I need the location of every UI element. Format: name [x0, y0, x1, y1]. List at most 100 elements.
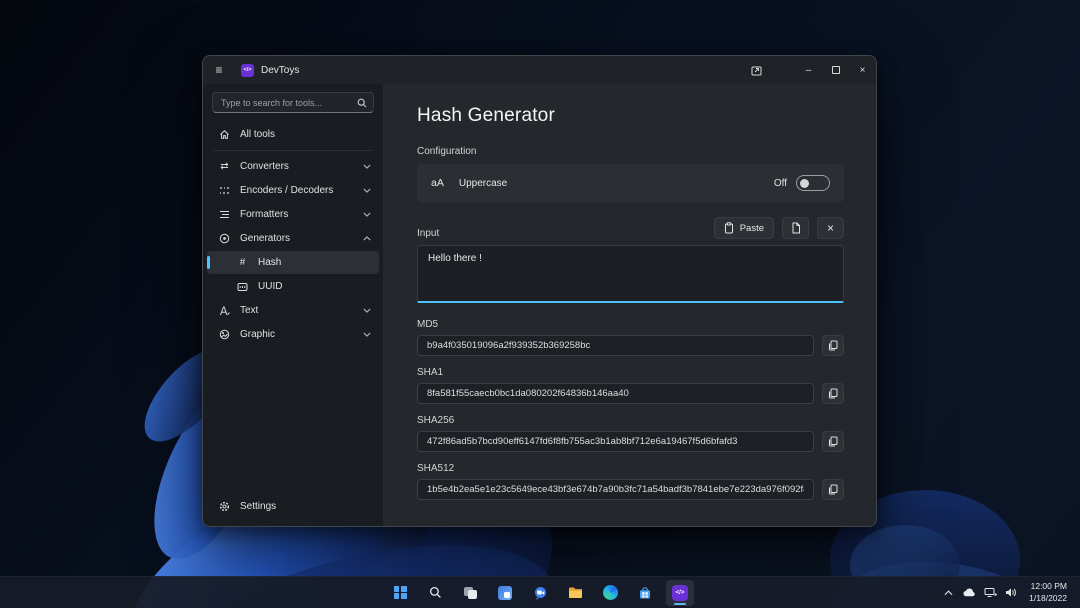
- sha512-value-input[interactable]: [417, 479, 814, 500]
- compact-overlay-icon: [751, 65, 762, 76]
- sidebar-item-settings[interactable]: Settings: [207, 495, 379, 518]
- copy-icon: [828, 484, 838, 495]
- sidebar-item-converters[interactable]: ⇄ Converters: [207, 155, 379, 178]
- onedrive-cloud-icon[interactable]: [962, 580, 976, 606]
- taskbar-clock[interactable]: 12:00 PM 1/18/2022: [1025, 579, 1071, 605]
- uppercase-icon: aA: [431, 177, 444, 189]
- toggle-knob: [800, 179, 809, 188]
- copy-md5-button[interactable]: [822, 335, 844, 356]
- chevron-down-icon: [363, 308, 371, 313]
- gear-icon: [218, 501, 231, 512]
- paste-button[interactable]: Paste: [714, 217, 774, 239]
- hamburger-menu-button[interactable]: ≡: [203, 56, 235, 84]
- devtoys-icon: </>: [672, 585, 688, 601]
- sidebar-item-label: All tools: [240, 129, 275, 140]
- uppercase-label: Uppercase: [459, 178, 507, 189]
- sidebar-item-formatters[interactable]: Formatters: [207, 203, 379, 226]
- compact-overlay-button[interactable]: [741, 56, 771, 84]
- system-tray: 12:00 PM 1/18/2022: [937, 577, 1075, 608]
- microsoft-store-icon: [638, 586, 652, 600]
- sidebar-item-label: Encoders / Decoders: [240, 185, 333, 196]
- devtoys-taskbar-button[interactable]: </>: [666, 580, 694, 606]
- sidebar-item-label: UUID: [258, 281, 282, 292]
- tray-chevron-up-icon[interactable]: [941, 580, 955, 606]
- clear-input-button[interactable]: ×: [817, 217, 844, 239]
- encoders-decoders-icon: [218, 186, 231, 195]
- hash-row: [417, 479, 844, 500]
- sidebar-item-hash[interactable]: # Hash: [207, 251, 379, 274]
- sidebar-item-label: Text: [240, 305, 258, 316]
- paste-button-label: Paste: [740, 223, 764, 234]
- sidebar: All tools ⇄ Converters E: [203, 84, 383, 526]
- widgets-button[interactable]: [491, 580, 519, 606]
- devtoys-window: ≡ </> DevToys – ×: [202, 55, 877, 527]
- input-textarea[interactable]: Hello there !: [417, 245, 844, 303]
- desktop: ≡ </> DevToys – ×: [0, 0, 1080, 608]
- sidebar-item-uuid[interactable]: UUID: [207, 275, 379, 298]
- open-file-button[interactable]: [782, 217, 809, 239]
- text-tool-icon: [218, 306, 231, 316]
- home-icon: [218, 129, 231, 140]
- configuration-section-label: Configuration: [417, 146, 844, 157]
- devtoys-logo-icon: </>: [241, 64, 254, 77]
- edge-icon: [603, 585, 618, 600]
- taskbar-search-button[interactable]: [421, 580, 449, 606]
- tray-time: 12:00 PM: [1029, 581, 1067, 592]
- search-icon[interactable]: [357, 98, 367, 108]
- minimize-button[interactable]: –: [795, 56, 822, 84]
- sidebar-divider: [213, 150, 373, 151]
- chevron-down-icon: [363, 188, 371, 193]
- copy-sha1-button[interactable]: [822, 383, 844, 404]
- search-icon: [429, 586, 442, 599]
- sidebar-item-text[interactable]: Text: [207, 299, 379, 322]
- converters-icon: ⇄: [218, 161, 231, 172]
- sidebar-item-label: Converters: [240, 161, 289, 172]
- page-title: Hash Generator: [417, 105, 844, 127]
- input-header-row: Input Paste: [417, 217, 844, 239]
- hash-label: SHA256: [417, 415, 844, 426]
- main-content: Hash Generator Configuration aA Uppercas…: [383, 84, 876, 526]
- edge-button[interactable]: [596, 580, 624, 606]
- task-view-button[interactable]: [456, 580, 484, 606]
- sha256-value-input[interactable]: [417, 431, 814, 452]
- window-body: All tools ⇄ Converters E: [203, 84, 876, 526]
- uppercase-setting-card: aA Uppercase Off: [417, 164, 844, 202]
- network-icon[interactable]: [983, 580, 997, 606]
- chevron-down-icon: [363, 332, 371, 337]
- chevron-down-icon: [363, 212, 371, 217]
- hash-row: [417, 431, 844, 452]
- maximize-button[interactable]: [822, 56, 849, 84]
- sidebar-item-graphic[interactable]: Graphic: [207, 323, 379, 346]
- sidebar-item-label: Generators: [240, 233, 290, 244]
- start-button[interactable]: [386, 580, 414, 606]
- close-icon: ×: [827, 222, 834, 234]
- copy-icon: [828, 388, 838, 399]
- microsoft-store-button[interactable]: [631, 580, 659, 606]
- sidebar-item-generators[interactable]: Generators: [207, 227, 379, 250]
- sidebar-item-all-tools[interactable]: All tools: [207, 123, 379, 146]
- file-explorer-icon: [568, 586, 583, 599]
- hash-group-sha256: SHA256: [417, 415, 844, 452]
- sidebar-item-encoders-decoders[interactable]: Encoders / Decoders: [207, 179, 379, 202]
- volume-icon[interactable]: [1004, 580, 1018, 606]
- hash-icon: #: [236, 257, 249, 268]
- copy-sha256-button[interactable]: [822, 431, 844, 452]
- chevron-down-icon: [363, 164, 371, 169]
- file-explorer-button[interactable]: [561, 580, 589, 606]
- formatters-icon: [218, 210, 231, 219]
- file-icon: [791, 222, 801, 234]
- tray-date: 1/18/2022: [1029, 593, 1067, 604]
- window-controls: – ×: [741, 56, 876, 84]
- generators-icon: [218, 233, 231, 244]
- copy-sha512-button[interactable]: [822, 479, 844, 500]
- chat-button[interactable]: [526, 580, 554, 606]
- search-input[interactable]: [221, 98, 357, 108]
- widgets-icon: [498, 586, 512, 600]
- toggle-state-label: Off: [774, 178, 787, 189]
- sha1-value-input[interactable]: [417, 383, 814, 404]
- md5-value-input[interactable]: [417, 335, 814, 356]
- uppercase-toggle[interactable]: [796, 175, 830, 191]
- close-button[interactable]: ×: [849, 56, 876, 84]
- input-label: Input: [417, 228, 439, 239]
- running-app-indicator: [674, 603, 686, 605]
